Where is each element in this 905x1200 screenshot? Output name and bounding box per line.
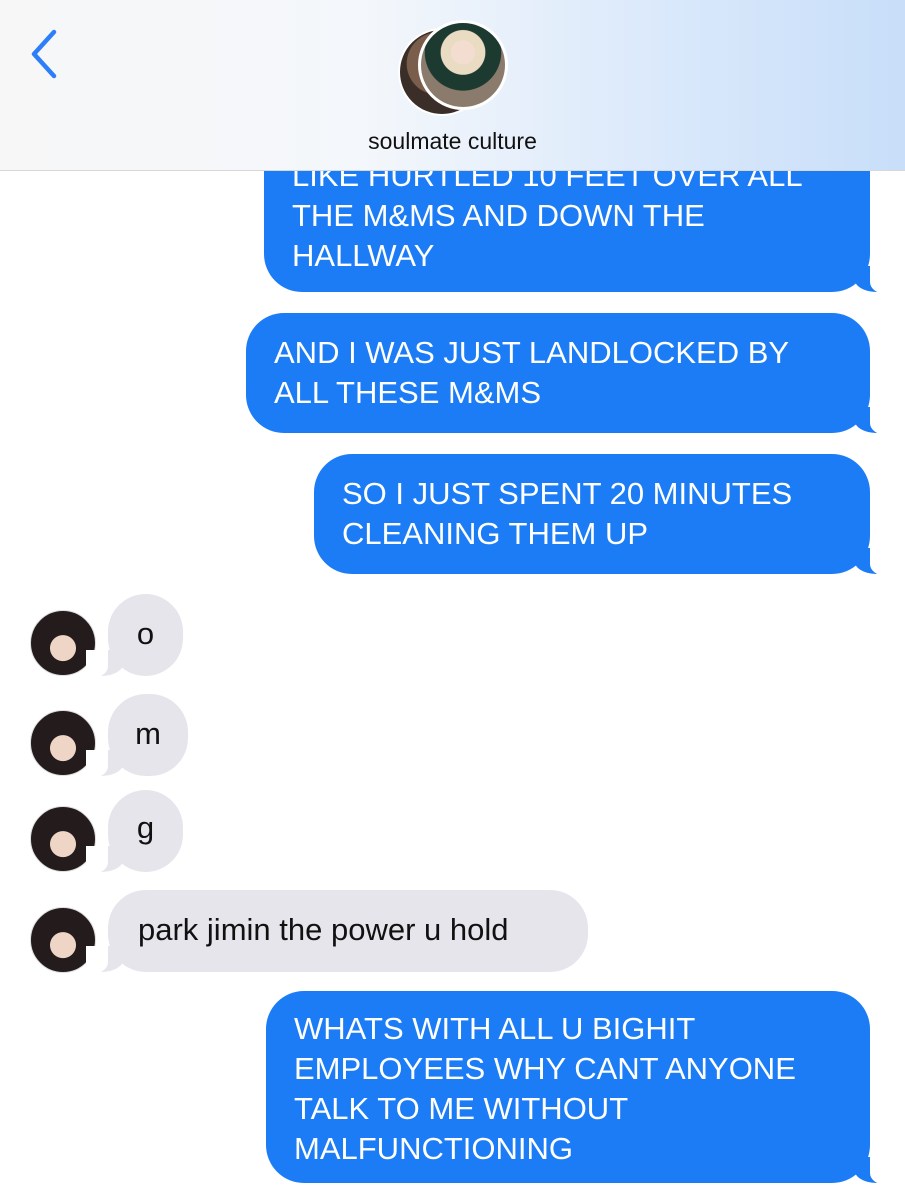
message-text: SO I JUST SPENT 20 MINUTES CLEANING THEM… [342,476,793,551]
received-message[interactable]: g [86,790,183,874]
message-text: g [136,810,155,845]
message-text: AND I WAS JUST LANDLOCKED BY ALL THESE M… [274,335,790,410]
received-message[interactable]: park jimin the power u hold [86,890,588,974]
message-text: o [136,616,155,651]
sent-message[interactable]: AND I WAS JUST LANDLOCKED BY ALL THESE M… [246,313,892,435]
group-avatars[interactable] [398,20,513,116]
received-message[interactable]: o [86,594,183,678]
received-message[interactable]: m [86,694,188,778]
message-text: park jimin the power u hold [138,912,509,947]
message-text: m [135,716,161,751]
conversation-header: soulmate culture [0,0,905,171]
chevron-left-icon [31,29,57,79]
message-text: WHATS WITH ALL U BIGHIT EMPLOYEES WHY CA… [294,1011,796,1166]
avatar [418,20,508,110]
message-text: LIKE HURTLED 10 FEET OVER ALL THE M&MS A… [292,158,803,273]
sent-message[interactable]: WHATS WITH ALL U BIGHIT EMPLOYEES WHY CA… [266,991,892,1185]
contact-name[interactable]: soulmate culture [0,128,905,155]
sent-message[interactable]: SO I JUST SPENT 20 MINUTES CLEANING THEM… [314,454,892,576]
back-button[interactable] [24,24,64,84]
